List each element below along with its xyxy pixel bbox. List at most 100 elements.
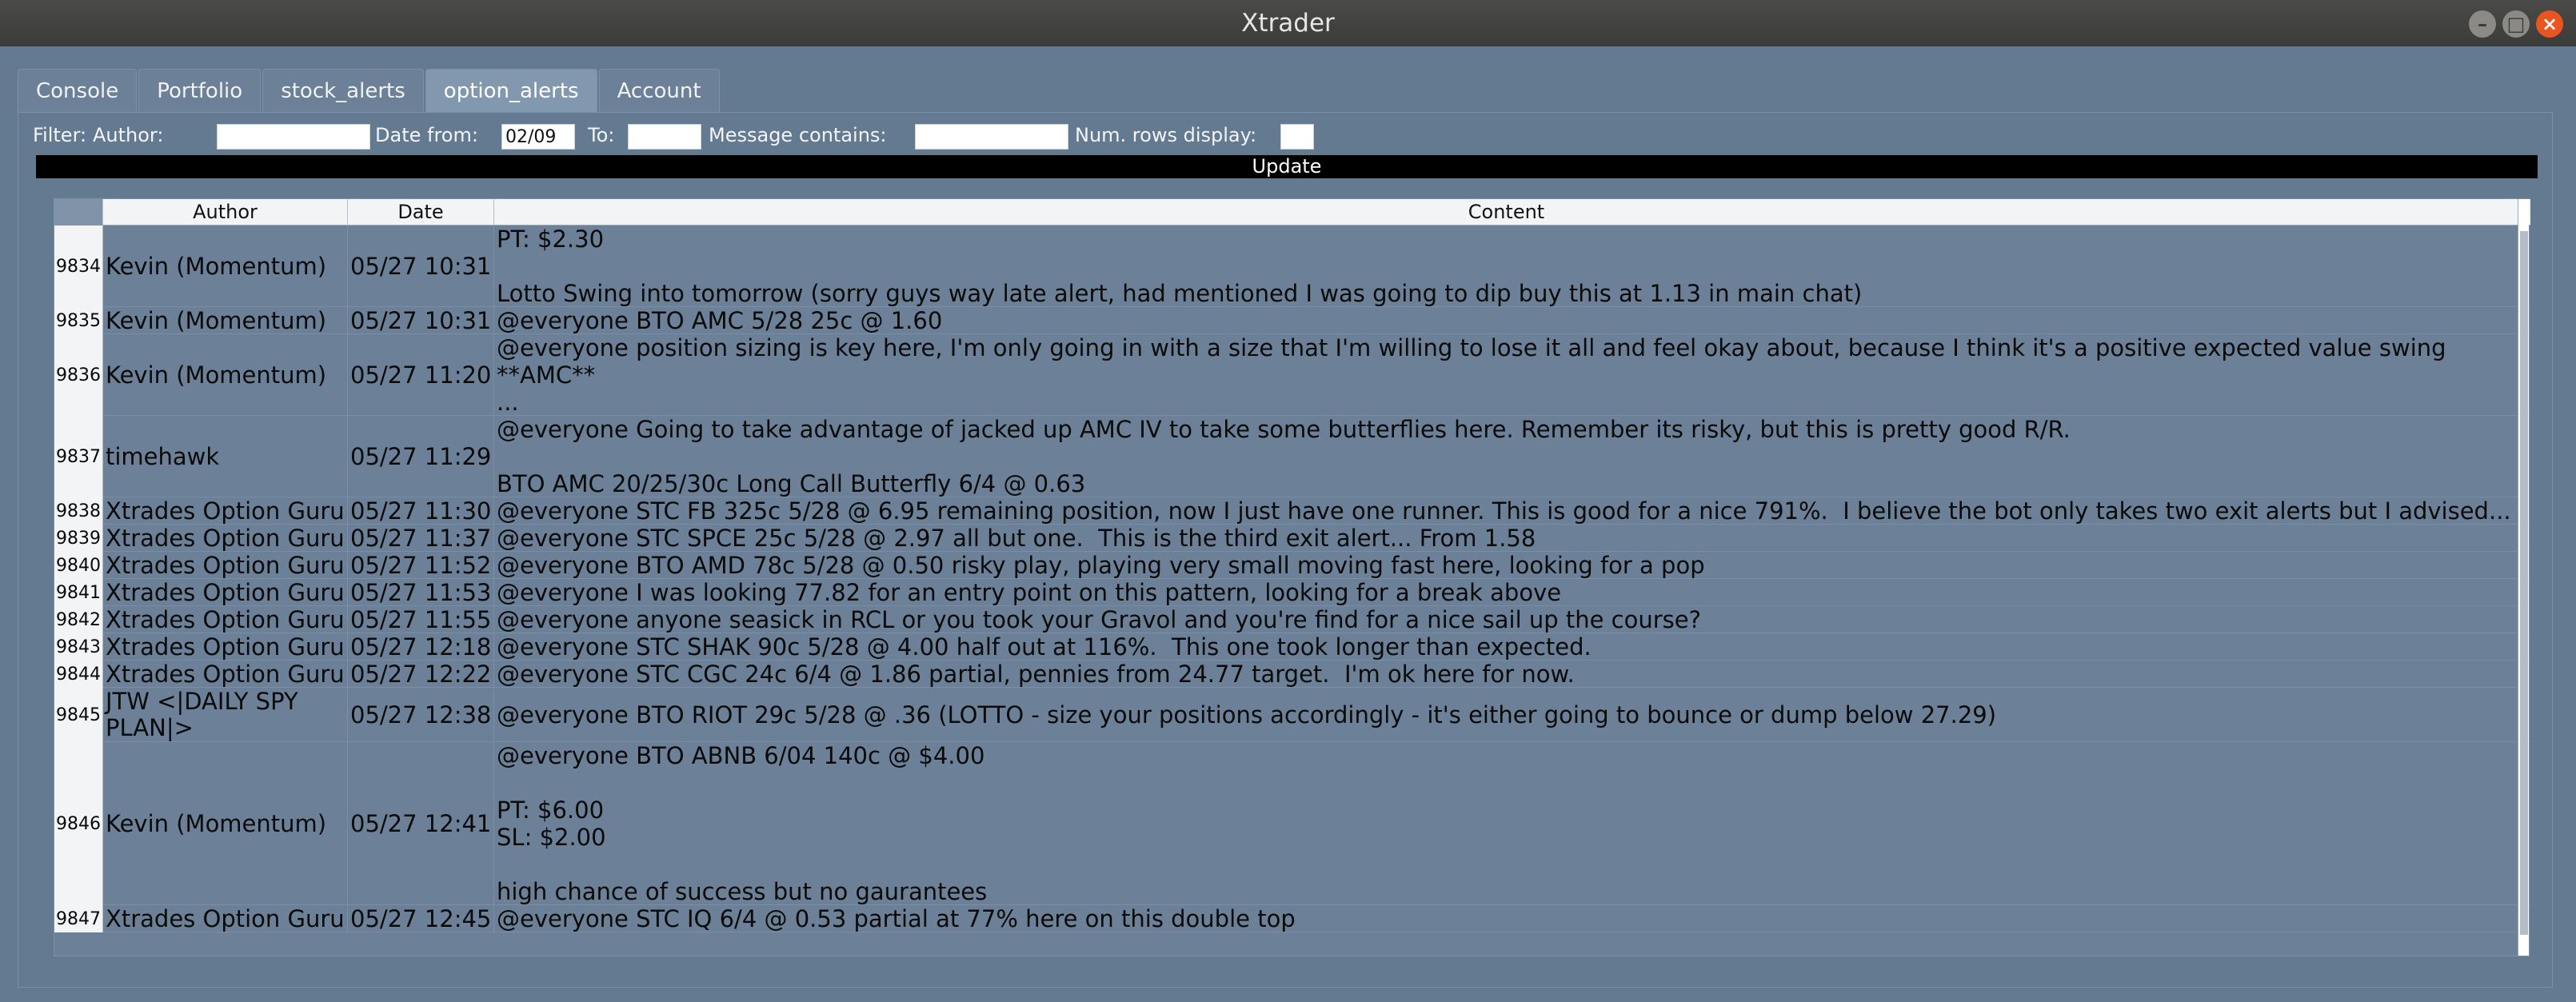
content-cell: PT: $2.30 Lotto Swing into tomorrow (sor… bbox=[494, 226, 2519, 307]
content-cell: @everyone STC FB 325c 5/28 @ 6.95 remain… bbox=[494, 497, 2519, 525]
content-cell: @everyone STC IQ 6/4 @ 0.53 partial at 7… bbox=[494, 905, 2519, 932]
minimize-icon[interactable]: – bbox=[2469, 10, 2496, 38]
row-index: 9836 bbox=[54, 334, 103, 416]
author-cell: JTW <|DAILY SPY PLAN|> bbox=[103, 688, 348, 742]
date-cell: 05/27 11:53 bbox=[348, 579, 494, 606]
table-header: Author Date Content bbox=[54, 199, 2530, 226]
row-index: 9835 bbox=[54, 307, 103, 334]
author-cell: Xtrades Option Guru bbox=[103, 579, 348, 606]
table-row[interactable]: 9847 Xtrades Option Guru 05/27 12:45 @every… bbox=[54, 905, 2530, 932]
window-controls: – □ × bbox=[2469, 10, 2563, 38]
author-cell: Xtrades Option Guru bbox=[103, 606, 348, 633]
scrollbar-thumb[interactable] bbox=[2520, 231, 2528, 935]
date-cell: 05/27 11:29 bbox=[348, 416, 494, 497]
table-row[interactable]: 9843 Xtrades Option Guru 05/27 12:18 @every… bbox=[54, 633, 2530, 661]
date-cell: 05/27 11:30 bbox=[348, 497, 494, 525]
author-cell: Kevin (Momentum) bbox=[103, 334, 348, 416]
content-cell: @everyone BTO AMD 78c 5/28 @ 0.50 risky … bbox=[494, 552, 2519, 579]
author-cell: Xtrades Option Guru bbox=[103, 661, 348, 688]
author-cell: Xtrades Option Guru bbox=[103, 497, 348, 525]
num-rows-label: Num. rows display: bbox=[1075, 124, 1257, 146]
author-cell: Kevin (Momentum) bbox=[103, 226, 348, 307]
content-cell: @everyone BTO AMC 5/28 25c @ 1.60 bbox=[494, 307, 2519, 334]
content-cell: @everyone STC SHAK 90c 5/28 @ 4.00 half … bbox=[494, 633, 2519, 661]
tab-portfolio[interactable]: Portfolio bbox=[138, 69, 262, 112]
filter-bar: Filter: Author: Date from: To: Message c… bbox=[33, 124, 2552, 150]
table-row[interactable]: 9846 Kevin (Momentum) 05/27 12:41 @everyone… bbox=[54, 742, 2530, 905]
date-cell: 05/27 12:22 bbox=[348, 661, 494, 688]
content-cell: @everyone BTO RIOT 29c 5/28 @ .36 (LOTTO… bbox=[494, 688, 2519, 742]
author-cell: Kevin (Momentum) bbox=[103, 742, 348, 905]
author-cell: Xtrades Option Guru bbox=[103, 525, 348, 552]
table-row[interactable]: 9839 Xtrades Option Guru 05/27 11:37 @every… bbox=[54, 525, 2530, 552]
table-row[interactable]: 9844 Xtrades Option Guru 05/27 12:22 @every… bbox=[54, 661, 2530, 688]
row-index: 9840 bbox=[54, 552, 103, 579]
window-title: Xtrader bbox=[1241, 9, 1335, 38]
option-alerts-panel: Filter: Author: Date from: To: Message c… bbox=[18, 112, 2553, 988]
message-contains-label: Message contains: bbox=[709, 124, 887, 146]
tab-account[interactable]: Account bbox=[598, 69, 720, 112]
row-index: 9838 bbox=[54, 497, 103, 525]
tab-bar: Console Portfolio stock_alerts option_al… bbox=[18, 69, 721, 112]
author-cell: Xtrades Option Guru bbox=[103, 905, 348, 932]
author-cell: timehawk bbox=[103, 416, 348, 497]
tab-option-alerts[interactable]: option_alerts bbox=[425, 69, 597, 112]
row-index: 9843 bbox=[54, 633, 103, 661]
window-titlebar: Xtrader – □ × bbox=[0, 0, 2576, 46]
date-cell: 05/27 12:18 bbox=[348, 633, 494, 661]
table-row[interactable]: 9837 timehawk 05/27 11:29 @everyone Going t… bbox=[54, 416, 2530, 497]
table-row[interactable]: 9845 JTW <|DAILY SPY PLAN|> 05/27 12:38 @ev… bbox=[54, 688, 2530, 742]
content-cell: @everyone Going to take advantage of jac… bbox=[494, 416, 2519, 497]
author-filter-input[interactable] bbox=[217, 124, 370, 150]
table-row[interactable]: 9834 Kevin (Momentum) 05/27 10:31 PT: $2.30… bbox=[54, 226, 2530, 307]
table-body: 9834 Kevin (Momentum) 05/27 10:31 PT: $2.30… bbox=[54, 226, 2530, 932]
date-cell: 05/27 12:45 bbox=[348, 905, 494, 932]
date-cell: 05/27 11:52 bbox=[348, 552, 494, 579]
date-to-input[interactable] bbox=[628, 124, 701, 150]
table-row[interactable]: 9842 Xtrades Option Guru 05/27 11:55 @every… bbox=[54, 606, 2530, 633]
row-index: 9842 bbox=[54, 606, 103, 633]
content-cell: @everyone position sizing is key here, I… bbox=[494, 334, 2519, 416]
date-cell: 05/27 12:41 bbox=[348, 742, 494, 905]
update-button[interactable]: Update bbox=[36, 155, 2538, 178]
date-from-label: Date from: bbox=[375, 124, 478, 146]
column-header-date[interactable]: Date bbox=[348, 199, 494, 226]
close-icon[interactable]: × bbox=[2536, 10, 2563, 38]
table-row[interactable]: 9838 Xtrades Option Guru 05/27 11:30 @every… bbox=[54, 497, 2530, 525]
row-index: 9841 bbox=[54, 579, 103, 606]
row-index: 9844 bbox=[54, 661, 103, 688]
table-corner bbox=[54, 199, 103, 226]
num-rows-input[interactable] bbox=[1280, 124, 1314, 150]
author-cell: Xtrades Option Guru bbox=[103, 552, 348, 579]
alerts-table: Author Date Content 9834 Kevin (Momentum)… bbox=[54, 198, 2530, 956]
row-index: 9845 bbox=[54, 688, 103, 742]
content-cell: @everyone STC SPCE 25c 5/28 @ 2.97 all b… bbox=[494, 525, 2519, 552]
row-index: 9839 bbox=[54, 525, 103, 552]
vertical-scrollbar[interactable] bbox=[2518, 199, 2529, 956]
content-cell: @everyone BTO ABNB 6/04 140c @ $4.00 PT:… bbox=[494, 742, 2519, 905]
date-cell: 05/27 11:55 bbox=[348, 606, 494, 633]
table-row[interactable]: 9835 Kevin (Momentum) 05/27 10:31 @everyone… bbox=[54, 307, 2530, 334]
maximize-icon[interactable]: □ bbox=[2502, 10, 2530, 38]
date-from-input[interactable] bbox=[501, 124, 575, 150]
table-row[interactable]: 9836 Kevin (Momentum) 05/27 11:20 @everyone… bbox=[54, 334, 2530, 416]
row-index: 9837 bbox=[54, 416, 103, 497]
table-row[interactable]: 9840 Xtrades Option Guru 05/27 11:52 @every… bbox=[54, 552, 2530, 579]
date-cell: 05/27 11:20 bbox=[348, 334, 494, 416]
row-index: 9847 bbox=[54, 905, 103, 932]
content-cell: @everyone I was looking 77.82 for an ent… bbox=[494, 579, 2519, 606]
date-cell: 05/27 10:31 bbox=[348, 226, 494, 307]
author-cell: Kevin (Momentum) bbox=[103, 307, 348, 334]
column-header-author[interactable]: Author bbox=[103, 199, 348, 226]
column-header-content[interactable]: Content bbox=[494, 199, 2519, 226]
tab-console[interactable]: Console bbox=[18, 69, 138, 112]
content-cell: @everyone STC CGC 24c 6/4 @ 1.86 partial… bbox=[494, 661, 2519, 688]
tab-stock-alerts[interactable]: stock_alerts bbox=[262, 69, 424, 112]
row-index: 9846 bbox=[54, 742, 103, 905]
author-cell: Xtrades Option Guru bbox=[103, 633, 348, 661]
message-contains-input[interactable] bbox=[915, 124, 1068, 150]
row-index: 9834 bbox=[54, 226, 103, 307]
content-cell: @everyone anyone seasick in RCL or you t… bbox=[494, 606, 2519, 633]
table-row[interactable]: 9841 Xtrades Option Guru 05/27 11:53 @every… bbox=[54, 579, 2530, 606]
to-label: To: bbox=[588, 124, 615, 146]
